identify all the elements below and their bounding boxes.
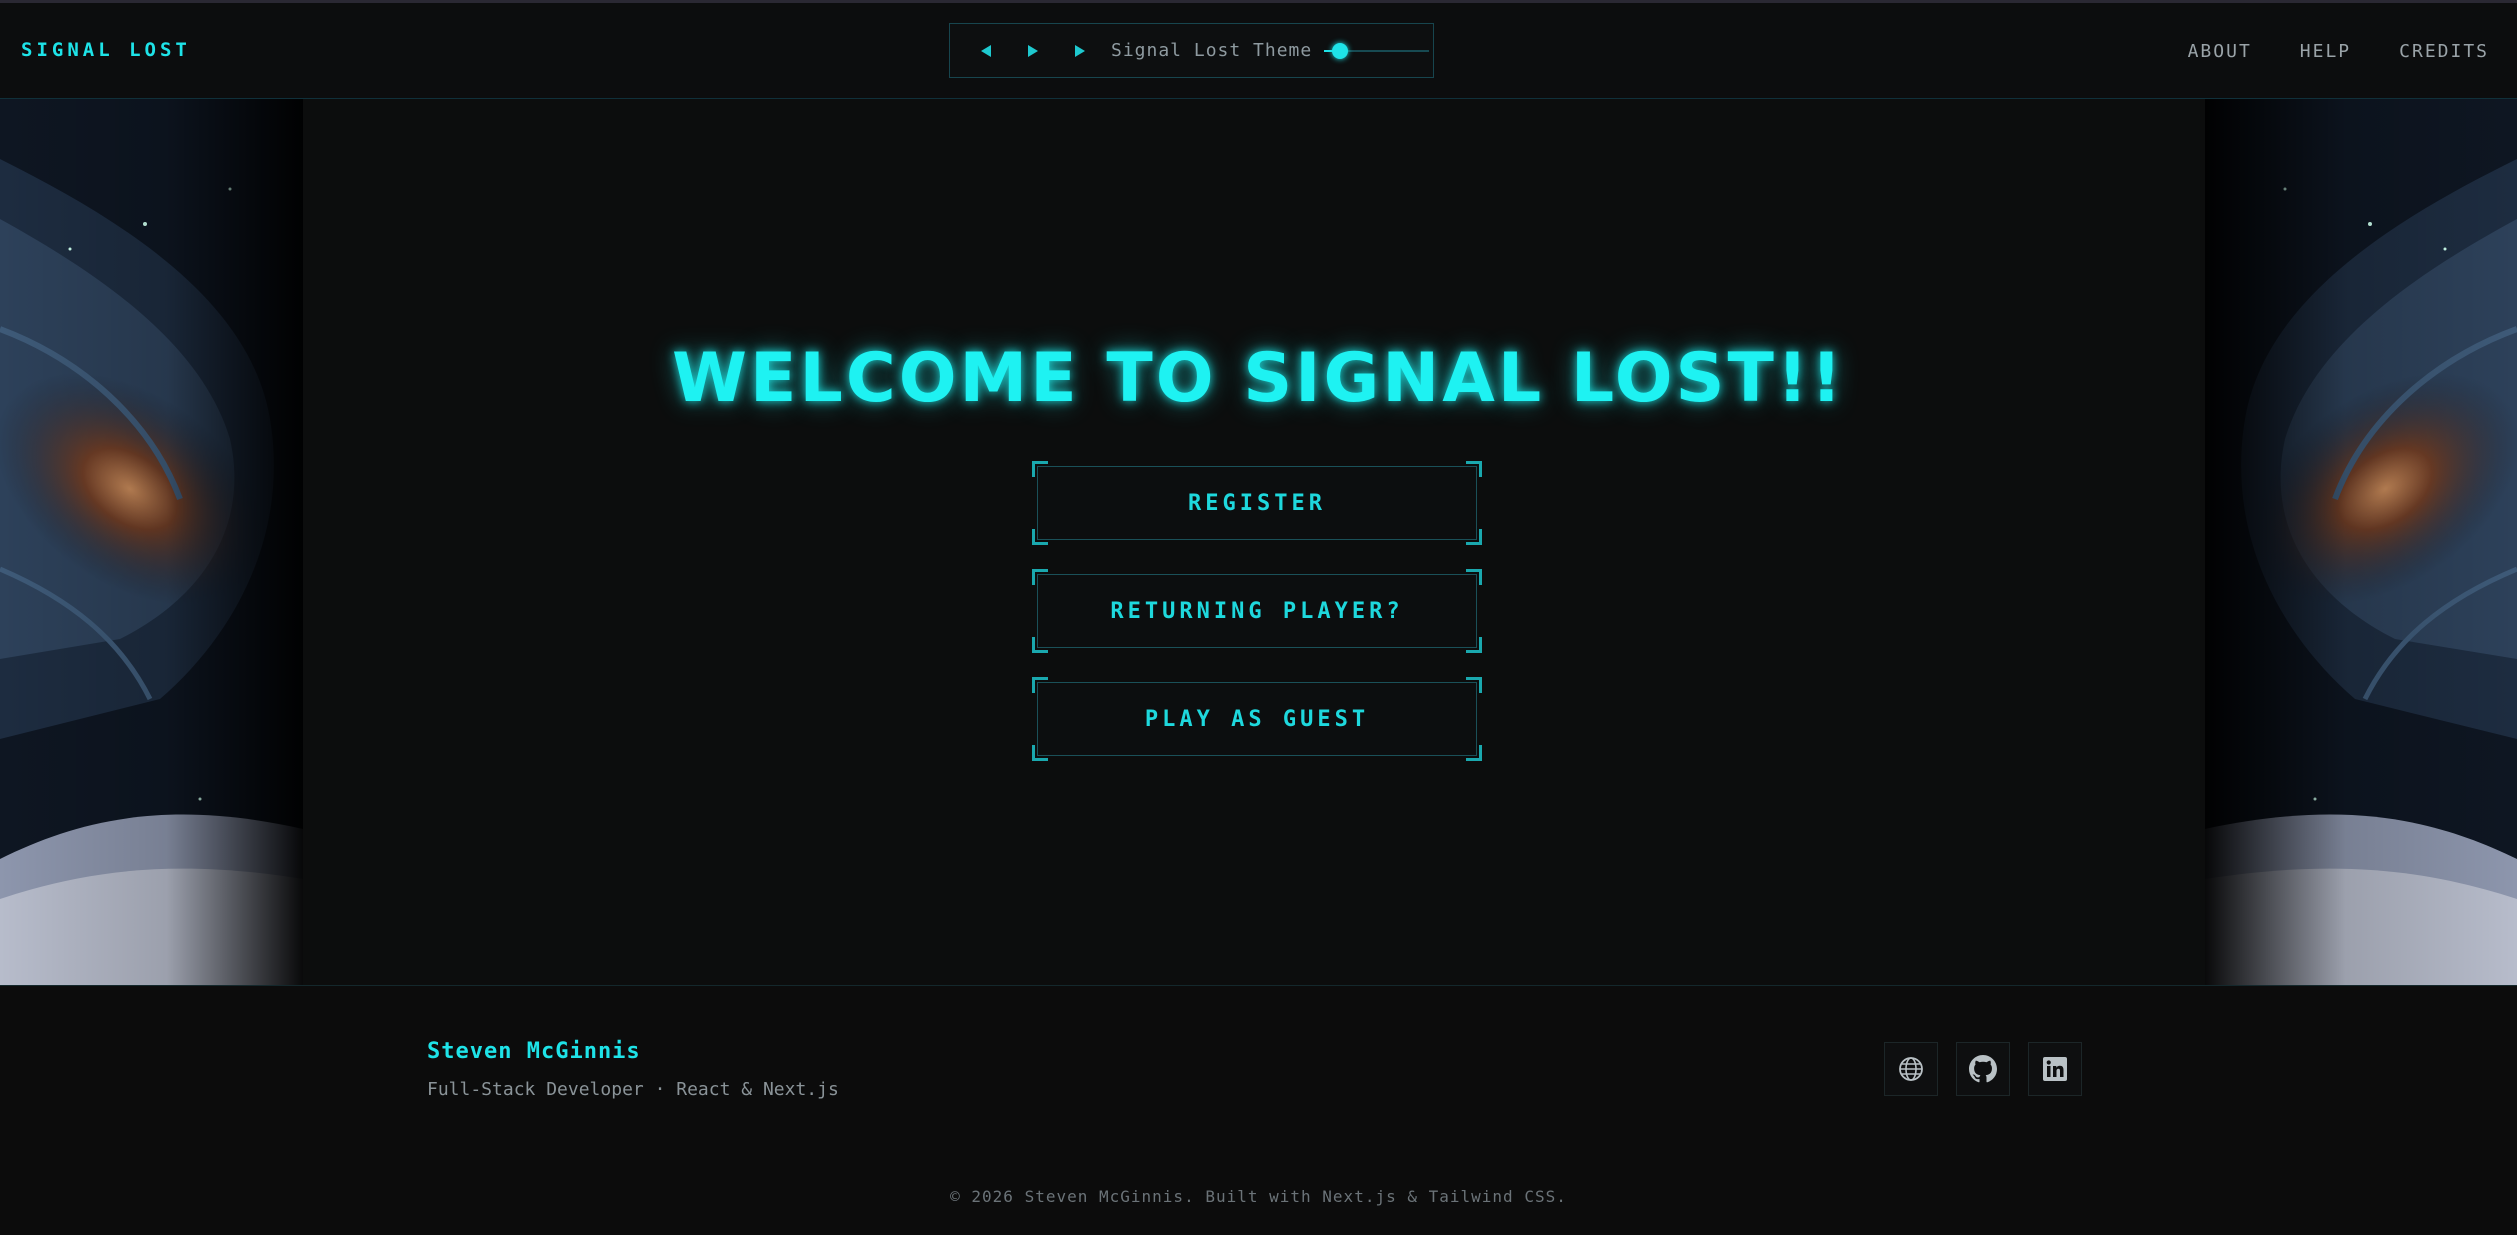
corner-bracket xyxy=(1466,745,1482,761)
music-player: Signal Lost Theme xyxy=(949,23,1434,78)
play-as-guest-button[interactable]: PLAY AS GUEST xyxy=(1032,677,1482,761)
top-navbar: SIGNAL LOST Signal Lost Theme ABOUT HELP… xyxy=(0,3,2517,99)
corner-bracket xyxy=(1032,745,1048,761)
corner-bracket xyxy=(1032,677,1048,693)
play-button[interactable] xyxy=(1009,24,1056,77)
returning-player-button-label: RETURNING PLAYER? xyxy=(1110,598,1404,624)
brand-logo[interactable]: SIGNAL LOST xyxy=(21,39,191,61)
copyright-text: © 2026 Steven McGinnis. Built with Next.… xyxy=(950,1187,1567,1206)
corner-bracket xyxy=(1466,677,1482,693)
social-links xyxy=(1884,1042,2082,1096)
linkedin-link[interactable] xyxy=(2028,1042,2082,1096)
corner-bracket xyxy=(1466,637,1482,653)
main-area: WELCOME TO SIGNAL LOST!! REGISTER RETURN… xyxy=(0,99,2517,985)
website-link[interactable] xyxy=(1884,1042,1938,1096)
welcome-title: WELCOME TO SIGNAL LOST!! xyxy=(672,339,1845,418)
volume-slider[interactable] xyxy=(1324,41,1430,61)
previous-track-button[interactable] xyxy=(962,24,1009,77)
github-link[interactable] xyxy=(1956,1042,2010,1096)
github-icon xyxy=(1969,1055,1997,1083)
volume-handle[interactable] xyxy=(1332,42,1349,59)
space-background-right xyxy=(2205,99,2517,985)
corner-bracket xyxy=(1032,569,1048,585)
corner-bracket xyxy=(1466,529,1482,545)
corner-bracket xyxy=(1032,461,1048,477)
nav-links: ABOUT HELP CREDITS xyxy=(2188,41,2489,62)
returning-player-button[interactable]: RETURNING PLAYER? xyxy=(1032,569,1482,653)
register-button[interactable]: REGISTER xyxy=(1032,461,1482,545)
space-background-left xyxy=(0,99,303,985)
site-footer: Steven McGinnis Full-Stack Developer · R… xyxy=(0,985,2517,1235)
author-name: Steven McGinnis xyxy=(427,1039,641,1064)
nav-credits[interactable]: CREDITS xyxy=(2399,41,2489,62)
next-icon xyxy=(1074,44,1085,57)
nav-help[interactable]: HELP xyxy=(2300,41,2351,62)
previous-icon xyxy=(980,44,991,57)
corner-bracket xyxy=(1466,461,1482,477)
center-stage xyxy=(303,99,2205,985)
linkedin-icon xyxy=(2043,1057,2067,1081)
corner-bracket xyxy=(1466,569,1482,585)
next-track-button[interactable] xyxy=(1056,24,1103,77)
register-button-label: REGISTER xyxy=(1188,490,1326,516)
globe-icon xyxy=(1899,1057,1923,1081)
play-icon xyxy=(1027,44,1038,57)
track-title: Signal Lost Theme xyxy=(1111,40,1313,61)
nav-about[interactable]: ABOUT xyxy=(2188,41,2252,62)
play-as-guest-button-label: PLAY AS GUEST xyxy=(1144,706,1370,732)
author-role: Full-Stack Developer · React & Next.js xyxy=(427,1079,839,1100)
corner-bracket xyxy=(1032,529,1048,545)
corner-bracket xyxy=(1032,637,1048,653)
